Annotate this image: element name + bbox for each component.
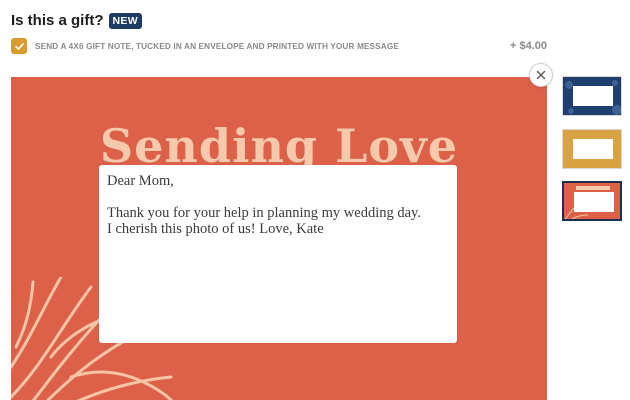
close-button[interactable] bbox=[529, 63, 553, 87]
gift-title: Is this a gift? bbox=[11, 12, 104, 29]
gift-message-text: Dear Mom, Thank you for your help in pla… bbox=[107, 173, 421, 237]
gift-note-option[interactable]: SEND A 4X6 GIFT NOTE, TUCKED IN AN ENVEL… bbox=[11, 37, 549, 55]
thumbnail-note bbox=[574, 192, 614, 212]
gift-note-price: + $4.00 bbox=[509, 40, 547, 52]
thumbnail-note bbox=[573, 139, 613, 159]
card-design-thumbnail-navy[interactable] bbox=[562, 76, 622, 116]
thumbnail-note bbox=[573, 86, 613, 106]
close-icon bbox=[536, 70, 546, 80]
card-preview: Sending Love Dear Mom, Thank you for you… bbox=[11, 77, 547, 400]
card-design-thumbnail-gold[interactable] bbox=[562, 129, 622, 169]
gift-message-note[interactable]: Dear Mom, Thank you for your help in pla… bbox=[99, 165, 457, 343]
gift-header: Is this a gift? NEW bbox=[11, 12, 142, 29]
card-design-thumbnail-coral[interactable] bbox=[562, 181, 622, 221]
check-icon bbox=[14, 42, 24, 50]
gift-note-checkbox[interactable] bbox=[11, 38, 27, 54]
new-badge: NEW bbox=[108, 12, 142, 29]
gift-note-label: SEND A 4X6 GIFT NOTE, TUCKED IN AN ENVEL… bbox=[35, 41, 399, 51]
